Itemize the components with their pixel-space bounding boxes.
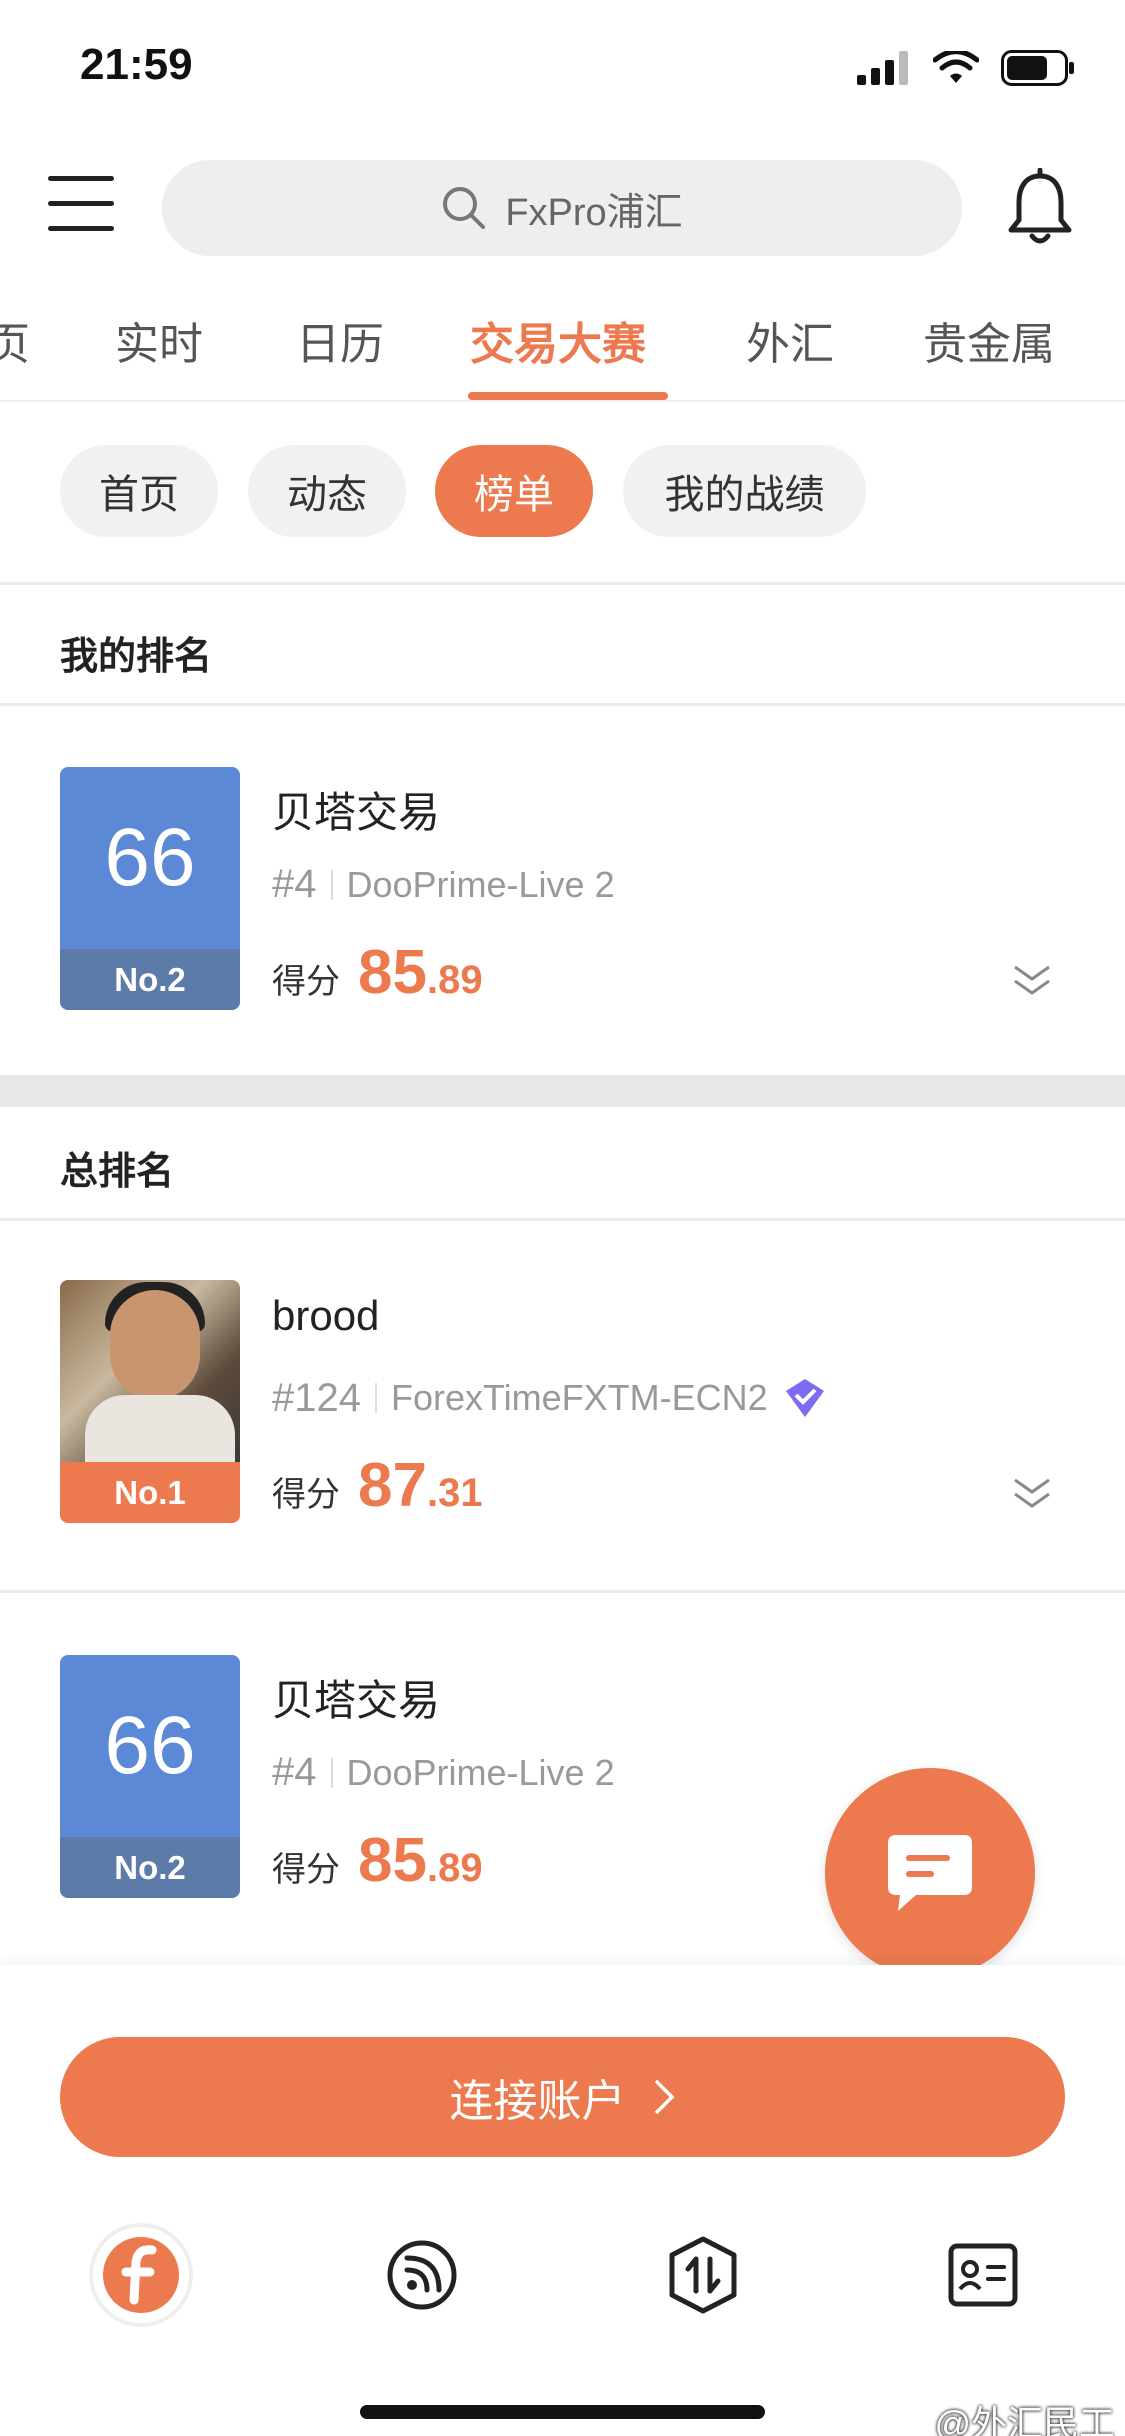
connect-account-button[interactable]: 连接账户 bbox=[60, 2037, 1065, 2157]
home-indicator[interactable] bbox=[360, 2405, 765, 2419]
section-separator bbox=[0, 1075, 1125, 1107]
status-time: 21:59 bbox=[80, 40, 193, 89]
rank-label: No.2 bbox=[60, 1837, 240, 1898]
sub-tabs: 首页 动态 榜单 我的战绩 bbox=[0, 445, 1125, 540]
trader-rank-number: #4 bbox=[272, 862, 317, 906]
expand-chevron-icon[interactable] bbox=[1007, 957, 1057, 1007]
subtab-activity[interactable]: 动态 bbox=[248, 445, 406, 537]
trader-account-line: #4 DooPrime-Live 2 bbox=[272, 1750, 615, 1795]
score-line: 得分 87 .31 bbox=[272, 1450, 483, 1521]
trader-name: 贝塔交易 bbox=[272, 1677, 441, 1724]
nav-home[interactable] bbox=[86, 2220, 196, 2330]
rank-badge: 66 No.2 bbox=[60, 767, 240, 1010]
trader-name: 贝塔交易 bbox=[272, 789, 441, 836]
chevron-right-icon bbox=[654, 2079, 674, 2115]
expand-chevron-icon[interactable] bbox=[1007, 1470, 1057, 1520]
battery-icon bbox=[1001, 50, 1074, 86]
subtab-leaderboard[interactable]: 榜单 bbox=[435, 445, 593, 537]
score-line: 得分 85 .89 bbox=[272, 937, 483, 1008]
separator bbox=[330, 1757, 333, 1788]
tab-trading-contest[interactable]: 交易大赛 bbox=[470, 308, 646, 372]
score-label: 得分 bbox=[272, 1476, 340, 1514]
divider bbox=[0, 703, 1125, 706]
search-bar[interactable]: FxPro浦汇 bbox=[162, 160, 962, 256]
trader-name: brood bbox=[272, 1292, 380, 1339]
ranking-row[interactable]: No.1 brood #124 ForexTimeFXTM-ECN2 得分 87… bbox=[0, 1280, 1125, 1550]
trader-account-line: #124 ForexTimeFXTM-ECN2 bbox=[272, 1375, 828, 1421]
status-icons bbox=[857, 50, 1075, 86]
status-bar: 21:59 bbox=[0, 0, 1125, 140]
trader-account-line: #4 DooPrime-Live 2 bbox=[272, 862, 615, 907]
score-label: 得分 bbox=[272, 963, 340, 1001]
signal-icon bbox=[857, 51, 908, 85]
separator bbox=[330, 869, 333, 900]
divider bbox=[0, 582, 1125, 585]
separator bbox=[374, 1383, 377, 1413]
score-integer: 85 bbox=[358, 1826, 427, 1895]
search-icon bbox=[443, 187, 486, 229]
tab-precious-metals[interactable]: 贵金属 bbox=[923, 308, 1055, 372]
fx-logo-icon bbox=[89, 2223, 193, 2327]
diamond-verified-icon bbox=[785, 1379, 824, 1417]
trade-icon bbox=[669, 2236, 737, 2314]
score-decimal: .89 bbox=[426, 1846, 483, 1890]
subtab-my-record[interactable]: 我的战绩 bbox=[623, 445, 866, 537]
nav-trade[interactable] bbox=[648, 2220, 758, 2330]
trader-account: ForexTimeFXTM-ECN2 bbox=[390, 1377, 768, 1418]
wifi-icon bbox=[933, 51, 979, 83]
score-decimal: .31 bbox=[426, 1471, 483, 1515]
tab-realtime[interactable]: 实时 bbox=[115, 308, 203, 372]
trader-rank-number: #124 bbox=[272, 1375, 361, 1420]
overall-ranking-title: 总排名 bbox=[60, 1151, 175, 1193]
rank-badge: 66 No.2 bbox=[60, 1655, 240, 1898]
header: FxPro浦汇 bbox=[0, 150, 1125, 270]
rank-badge: No.1 bbox=[60, 1280, 240, 1523]
score-label: 得分 bbox=[272, 1851, 340, 1889]
tab-calendar[interactable]: 日历 bbox=[296, 308, 384, 372]
score-integer: 87 bbox=[358, 1451, 427, 1520]
watermark: @外汇民工 bbox=[934, 2403, 1115, 2436]
divider bbox=[0, 1590, 1125, 1593]
trader-account: DooPrime-Live 2 bbox=[346, 863, 615, 905]
chat-bubble-icon bbox=[888, 1835, 972, 1911]
my-ranking-title: 我的排名 bbox=[60, 636, 213, 678]
rank-score-number: 66 bbox=[60, 1655, 240, 1837]
subtab-home[interactable]: 首页 bbox=[60, 445, 218, 537]
bell-icon[interactable] bbox=[1005, 167, 1075, 248]
my-ranking-card[interactable]: 66 No.2 贝塔交易 #4 DooPrime-Live 2 得分 85 .8… bbox=[0, 767, 1125, 1037]
active-tab-indicator bbox=[468, 392, 668, 400]
category-tabs: 页 实时 日历 交易大赛 外汇 贵金属 bbox=[0, 300, 1125, 402]
trader-rank-number: #4 bbox=[272, 1750, 317, 1794]
nav-profile[interactable] bbox=[928, 2220, 1038, 2330]
bottom-bar: 连接账户 bbox=[0, 1965, 1125, 2436]
nav-feed[interactable] bbox=[367, 2220, 477, 2330]
rank-label: No.2 bbox=[60, 949, 240, 1010]
rank-score-number: 66 bbox=[60, 767, 240, 949]
rank-label: No.1 bbox=[60, 1462, 240, 1523]
profile-card-icon bbox=[948, 2243, 1018, 2307]
feed-icon bbox=[387, 2240, 457, 2310]
score-integer: 85 bbox=[358, 938, 427, 1007]
score-decimal: .89 bbox=[426, 958, 483, 1002]
search-placeholder: FxPro浦汇 bbox=[505, 191, 683, 234]
divider bbox=[0, 1218, 1125, 1221]
tab-forex[interactable]: 外汇 bbox=[746, 308, 834, 372]
hamburger-menu-icon[interactable] bbox=[48, 176, 114, 234]
chat-fab-button[interactable] bbox=[825, 1768, 1035, 1978]
connect-account-label: 连接账户 bbox=[449, 2077, 626, 2126]
score-line: 得分 85 .89 bbox=[272, 1825, 483, 1896]
avatar bbox=[60, 1280, 240, 1462]
tab-home-partial[interactable]: 页 bbox=[0, 308, 30, 372]
trader-account: DooPrime-Live 2 bbox=[346, 1751, 615, 1793]
